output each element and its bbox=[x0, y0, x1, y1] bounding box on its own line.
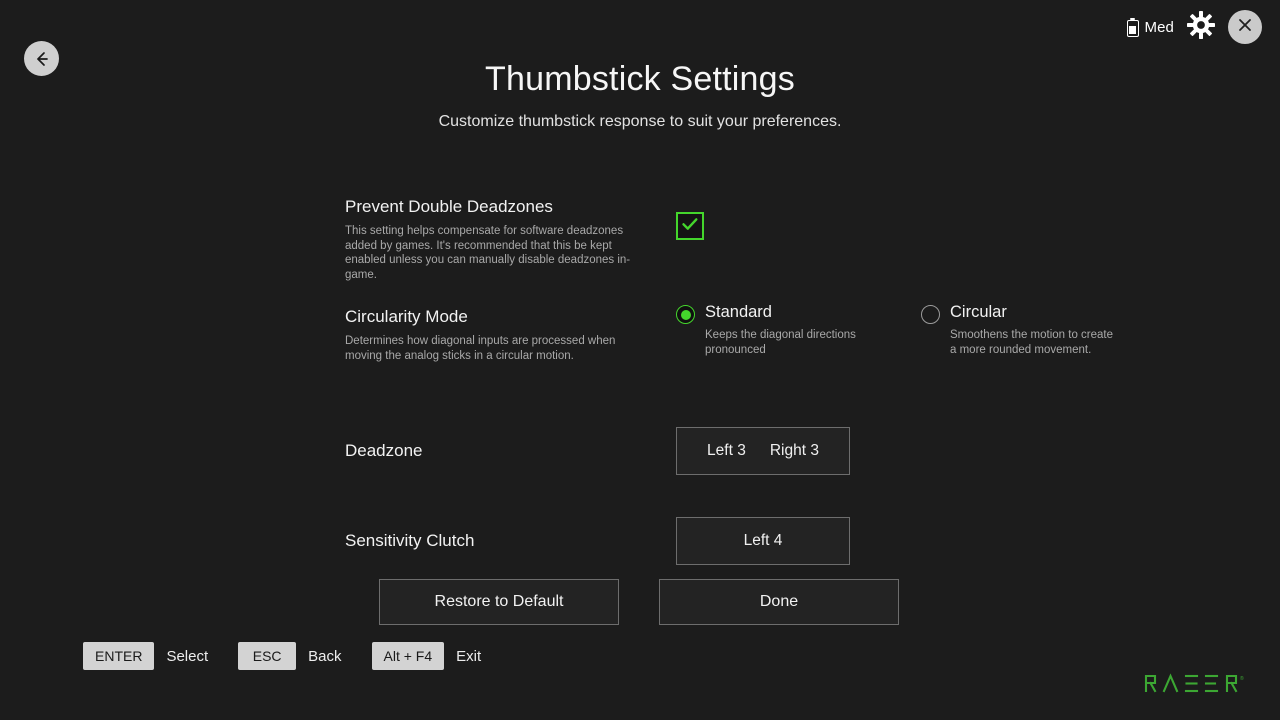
circularity-option-standard[interactable]: Standard Keeps the diagonal directions p… bbox=[676, 302, 875, 357]
key-enter[interactable]: ENTER bbox=[83, 642, 154, 670]
settings-button[interactable] bbox=[1184, 10, 1218, 44]
setting-prevent-double-deadzones: Prevent Double Deadzones This setting he… bbox=[345, 196, 1245, 288]
gear-icon bbox=[1186, 10, 1216, 45]
option-label: Standard bbox=[705, 303, 772, 321]
page-title: Thumbstick Settings bbox=[0, 60, 1280, 99]
sensitivity-clutch-value: Left 4 bbox=[744, 532, 783, 550]
done-button[interactable]: Done bbox=[659, 579, 899, 625]
option-label: Circular bbox=[950, 303, 1007, 321]
key-hint-back: ESC Back bbox=[238, 642, 341, 670]
key-hint-label: Select bbox=[166, 648, 208, 665]
option-description: Smoothens the motion to create a more ro… bbox=[950, 328, 1120, 357]
setting-deadzone: Deadzone Left 3 Right 3 bbox=[345, 416, 1245, 486]
key-hint-exit: Alt + F4 Exit bbox=[372, 642, 482, 670]
close-button[interactable] bbox=[1228, 10, 1262, 44]
key-hint-label: Back bbox=[308, 648, 341, 665]
battery-icon bbox=[1127, 18, 1139, 37]
setting-sensitivity-clutch: Sensitivity Clutch Left 4 bbox=[345, 506, 1245, 576]
thumbstick-settings-screen: Med bbox=[0, 0, 1280, 720]
key-alt-f4[interactable]: Alt + F4 bbox=[372, 642, 445, 670]
setting-description: This setting helps compensate for softwa… bbox=[345, 224, 645, 282]
key-esc[interactable]: ESC bbox=[238, 642, 296, 670]
key-hint-label: Exit bbox=[456, 648, 481, 665]
svg-text:®: ® bbox=[1240, 675, 1244, 682]
setting-label: Prevent Double Deadzones bbox=[345, 196, 1245, 218]
settings-list: Prevent Double Deadzones This setting he… bbox=[345, 196, 1245, 576]
window-controls: Med bbox=[1127, 10, 1262, 44]
prevent-double-deadzones-checkbox[interactable] bbox=[676, 212, 704, 240]
setting-description: Determines how diagonal inputs are proce… bbox=[345, 334, 645, 363]
close-icon bbox=[1236, 16, 1254, 39]
radio-unselected-icon bbox=[921, 305, 940, 324]
battery-status: Med bbox=[1127, 18, 1174, 37]
radio-selected-icon bbox=[676, 305, 695, 324]
deadzone-value-button[interactable]: Left 3 Right 3 bbox=[676, 427, 850, 475]
action-bar: Restore to Default Done bbox=[379, 579, 899, 625]
circularity-option-circular[interactable]: Circular Smoothens the motion to create … bbox=[921, 302, 1120, 357]
setting-circularity-mode: Circularity Mode Determines how diagonal… bbox=[345, 306, 1245, 396]
key-hint-bar: ENTER Select ESC Back Alt + F4 Exit bbox=[83, 642, 499, 670]
page-subtitle: Customize thumbstick response to suit yo… bbox=[0, 113, 1280, 131]
setting-label: Deadzone bbox=[345, 440, 676, 462]
razer-logo: ® bbox=[1144, 673, 1248, 698]
option-description: Keeps the diagonal directions pronounced bbox=[705, 328, 875, 357]
battery-label: Med bbox=[1145, 19, 1174, 36]
sensitivity-clutch-value-button[interactable]: Left 4 bbox=[676, 517, 850, 565]
deadzone-left-value: Left 3 bbox=[707, 442, 746, 460]
setting-label: Sensitivity Clutch bbox=[345, 530, 676, 552]
restore-to-default-button[interactable]: Restore to Default bbox=[379, 579, 619, 625]
deadzone-right-value: Right 3 bbox=[770, 442, 819, 460]
check-icon bbox=[680, 214, 700, 239]
key-hint-select: ENTER Select bbox=[83, 642, 208, 670]
